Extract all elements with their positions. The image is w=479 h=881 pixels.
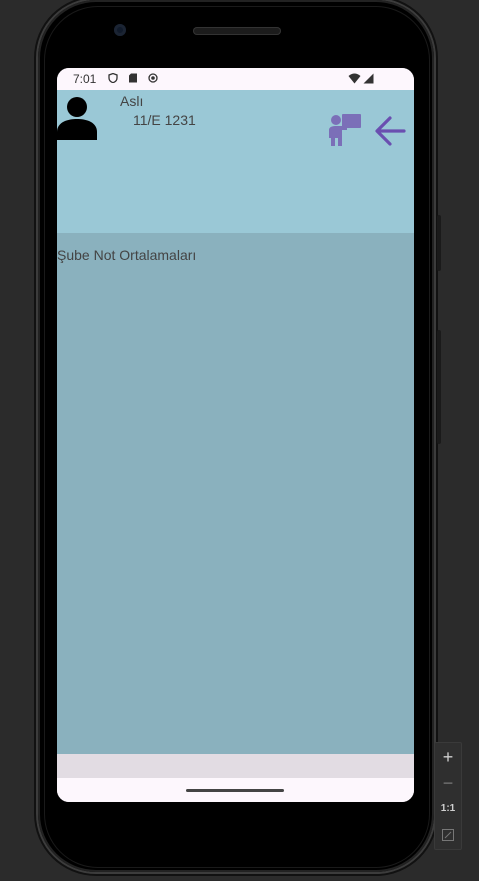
teacher-board-icon[interactable] <box>327 112 363 148</box>
status-time: 7:01 <box>73 72 97 86</box>
fit-screen-icon[interactable] <box>442 829 454 841</box>
home-gesture-pill[interactable] <box>186 789 284 792</box>
zoom-ratio-button[interactable]: 1:1 <box>435 803 461 814</box>
user-name: Aslı <box>120 93 144 109</box>
sd-card-icon <box>129 73 137 83</box>
arrow-back-icon[interactable] <box>373 114 407 148</box>
status-bar: 7:01 <box>57 68 414 90</box>
zoom-in-button[interactable]: + <box>435 747 461 768</box>
device-screen: 7:01 Aslı 11/E 1231 Şube Not Ortalamalar… <box>57 68 414 802</box>
class-info: 11/E 1231 <box>133 112 196 128</box>
person-icon[interactable] <box>57 96 99 140</box>
emulator-zoom-panel: + − 1:1 <box>434 742 462 850</box>
earpiece-speaker <box>193 27 281 35</box>
bottom-bar <box>57 754 414 778</box>
main-content: Şube Not Ortalamaları <box>57 233 414 754</box>
gesture-nav-area <box>57 778 414 802</box>
section-title: Şube Not Ortalamaları <box>57 247 197 263</box>
front-camera <box>114 24 126 36</box>
shield-icon <box>108 73 118 83</box>
wifi-icon <box>348 73 361 84</box>
sync-icon <box>148 73 158 83</box>
power-button[interactable] <box>437 330 441 444</box>
app-header: Aslı 11/E 1231 <box>57 90 414 233</box>
volume-button[interactable] <box>437 215 441 271</box>
signal-icon <box>363 73 374 84</box>
zoom-out-button[interactable]: − <box>435 773 461 794</box>
